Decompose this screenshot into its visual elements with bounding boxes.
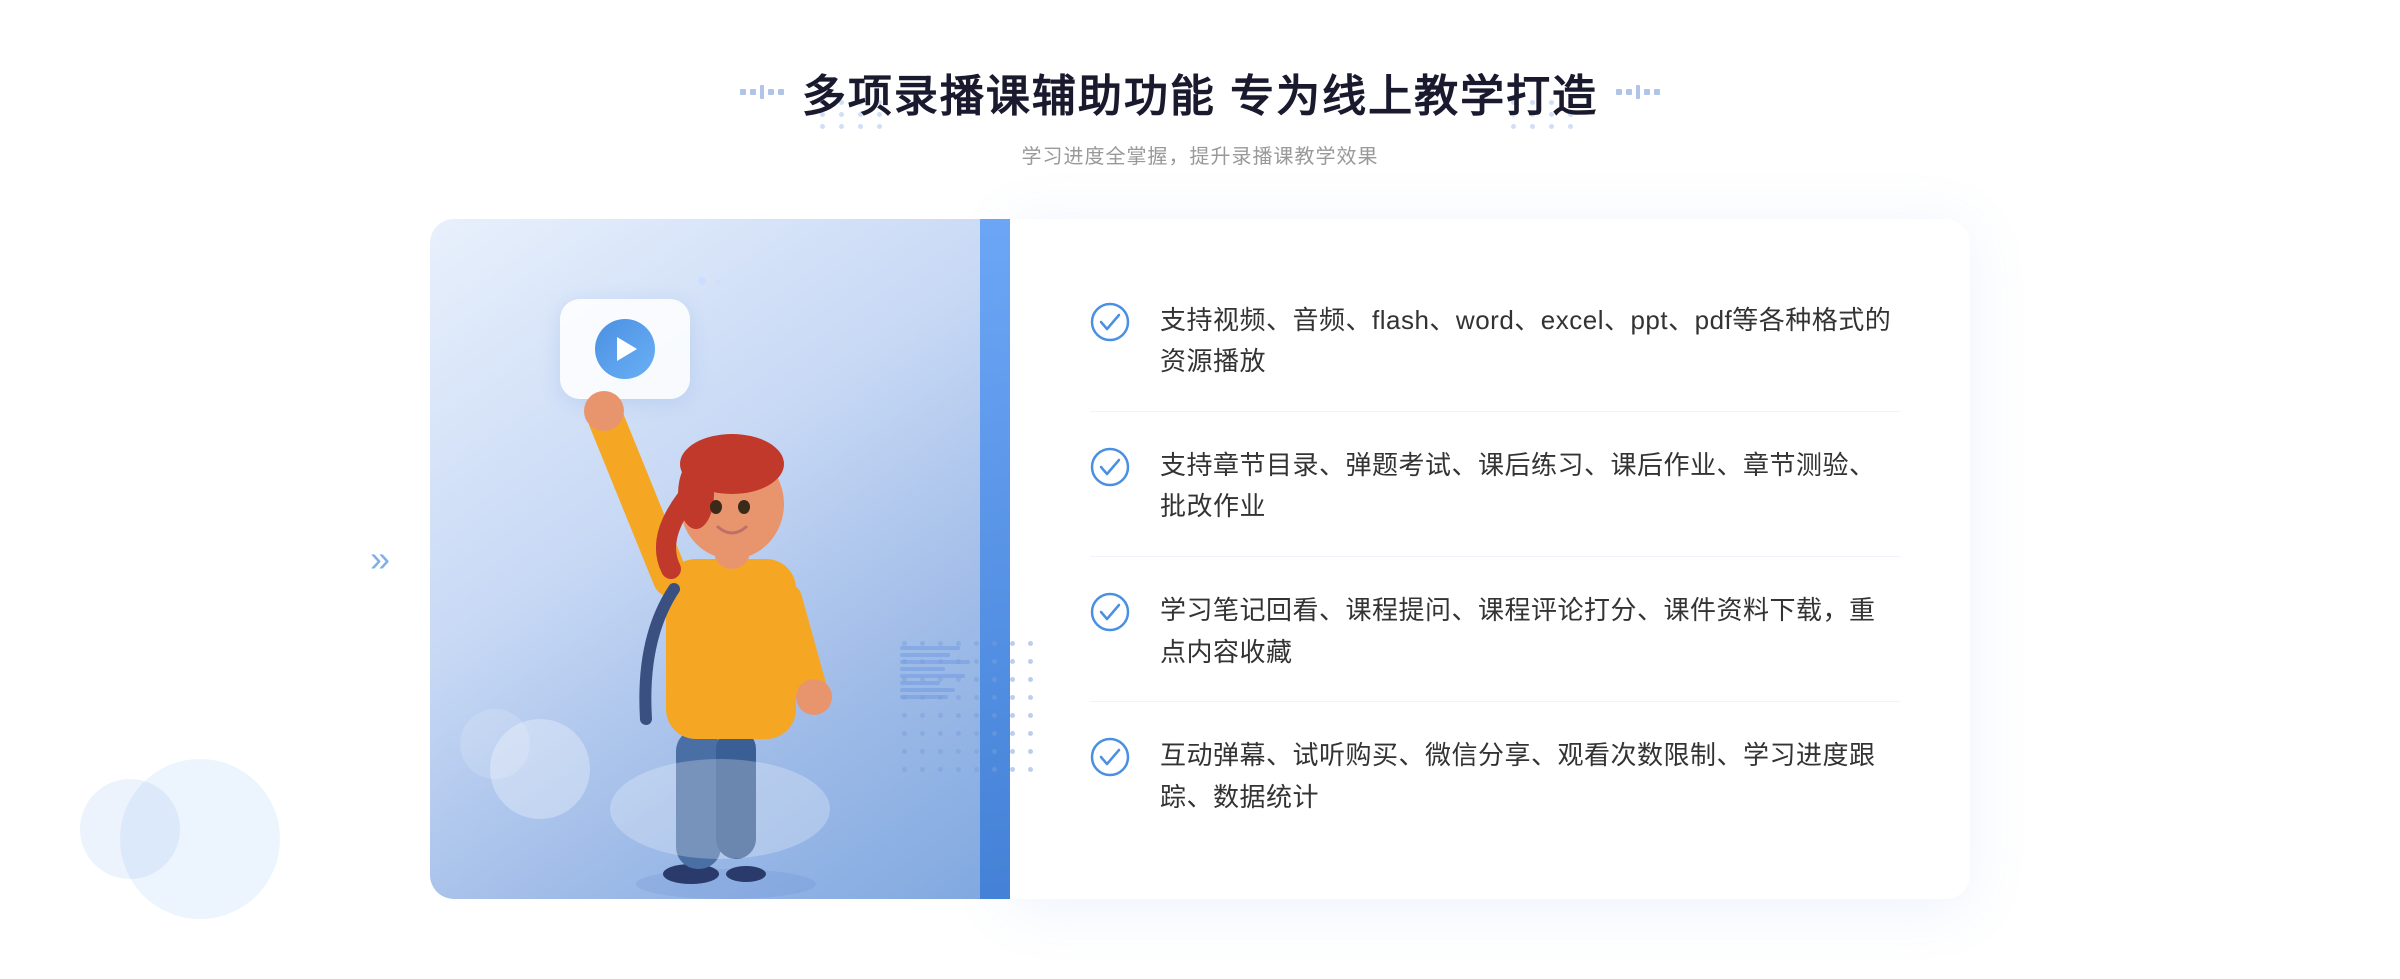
check-icon-1: [1090, 302, 1130, 342]
feature-text-3: 学习笔记回看、课程提问、课程评论打分、课件资料下载，重点内容收藏: [1160, 590, 1900, 673]
feature-text-1: 支持视频、音频、flash、word、excel、ppt、pdf等各种格式的资源…: [1160, 300, 1900, 383]
feature-item-2: 支持章节目录、弹题考试、课后练习、课后作业、章节测验、批改作业: [1090, 417, 1900, 557]
chevron-left-icon: »: [370, 538, 390, 580]
feature-text-2: 支持章节目录、弹题考试、课后练习、课后作业、章节测验、批改作业: [1160, 445, 1900, 528]
feature-item-3: 学习笔记回看、课程提问、课程评论打分、课件资料下载，重点内容收藏: [1090, 562, 1900, 702]
title-decorator-right: [1616, 85, 1660, 99]
blue-side-bar: [980, 219, 1010, 899]
page-title: 多项录播课辅助功能 专为线上教学打造: [802, 60, 1598, 124]
page-subtitle: 学习进度全掌握，提升录播课教学效果: [740, 140, 1660, 169]
features-panel: 支持视频、音频、flash、word、excel、ppt、pdf等各种格式的资源…: [1010, 219, 1970, 899]
page-wrapper: 多项录播课辅助功能 专为线上教学打造 学习进度全掌握，提升录播课教学效果: [0, 0, 2400, 979]
illustration-panel: »: [430, 219, 1010, 899]
shape-circle-2: [460, 709, 530, 779]
title-decorator-left: [740, 85, 784, 99]
ground-circle: [610, 759, 830, 859]
check-icon-2: [1090, 447, 1130, 487]
title-row: 多项录播课辅助功能 专为线上教学打造: [740, 60, 1660, 124]
feature-item-4: 互动弹幕、试听购买、微信分享、观看次数限制、学习进度跟踪、数据统计: [1090, 707, 1900, 846]
accent-circle-2: [80, 779, 180, 879]
check-icon-4: [1090, 737, 1130, 777]
illus-dot-grid: [902, 641, 1040, 779]
header: 多项录播课辅助功能 专为线上教学打造 学习进度全掌握，提升录播课教学效果: [740, 60, 1660, 169]
check-icon-3: [1090, 592, 1130, 632]
feature-item-1: 支持视频、音频、flash、word、excel、ppt、pdf等各种格式的资源…: [1090, 272, 1900, 412]
feature-text-4: 互动弹幕、试听购买、微信分享、观看次数限制、学习进度跟踪、数据统计: [1160, 735, 1900, 818]
sparkle-dots: [695, 274, 724, 293]
main-content: » 支持视频、音频、flash、word、excel、ppt、pdf等各种格式的…: [430, 219, 1970, 899]
